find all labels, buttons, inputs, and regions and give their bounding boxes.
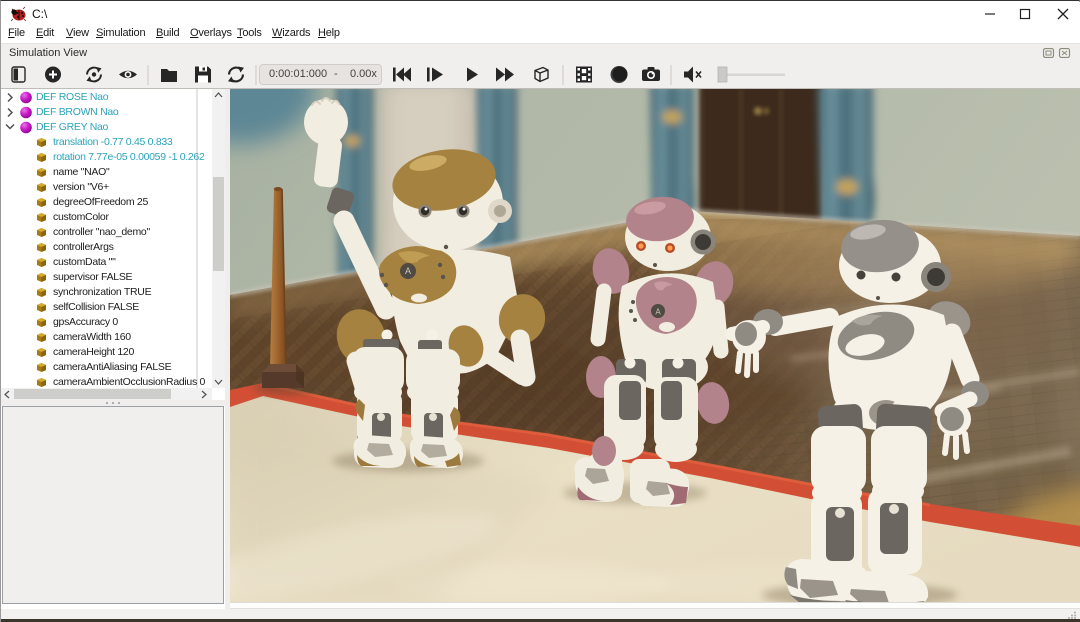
svg-text:A: A [405,266,411,276]
svg-text:A: A [655,308,661,317]
